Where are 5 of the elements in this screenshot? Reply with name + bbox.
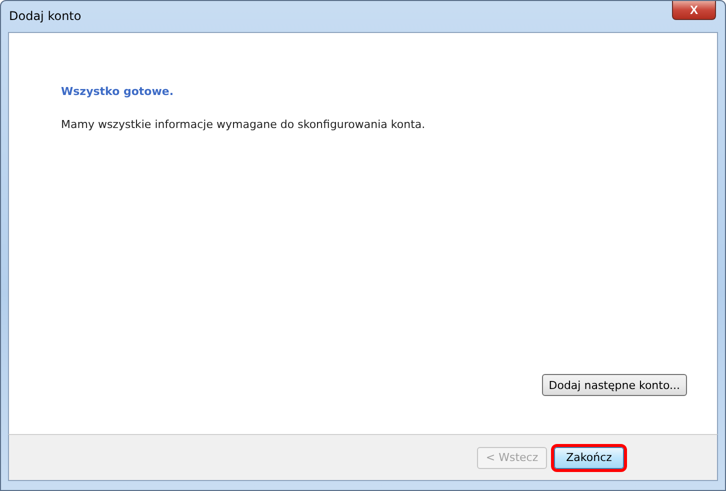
heading: Wszystko gotowe. (61, 85, 175, 98)
window-title: Dodaj konto (8, 8, 82, 23)
close-button[interactable]: X (672, 1, 716, 20)
add-account-button[interactable]: Dodaj następne konto... (542, 374, 687, 396)
message-text: Mamy wszystkie informacje wymagane do skonfigurowania konta. (61, 118, 426, 131)
